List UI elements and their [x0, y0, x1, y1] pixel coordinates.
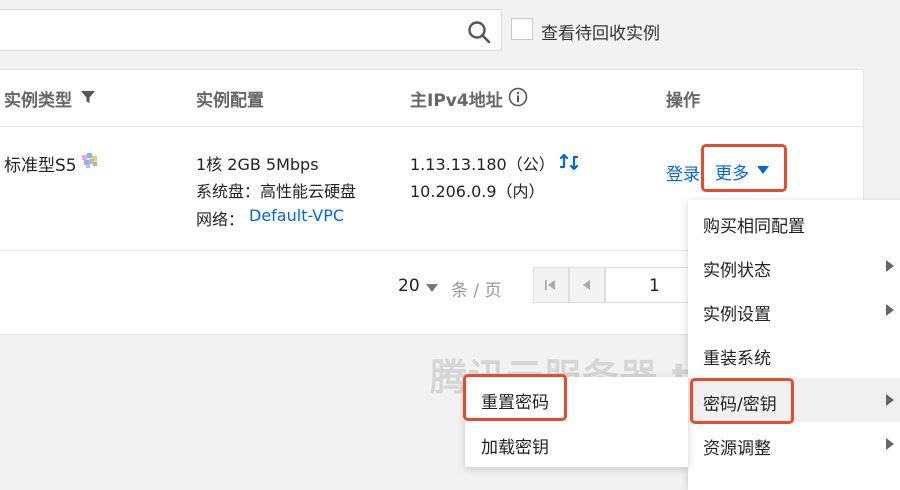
login-link[interactable]: 登录	[666, 160, 700, 185]
password-key-highlight	[690, 378, 794, 424]
menu-item-resource-adjust[interactable]: 资源调整	[688, 422, 900, 466]
recycle-checkbox-label: 查看待回收实例	[541, 24, 660, 44]
page-size-unit: 条 / 页	[451, 281, 502, 301]
menu-item-label: 实例设置	[703, 305, 771, 325]
chevron-right-icon	[886, 260, 894, 272]
instance-type-badge-icon	[82, 153, 97, 168]
network-vpc-link[interactable]: Default-VPC	[249, 206, 344, 225]
menu-item-instance-settings[interactable]: 实例设置	[688, 288, 900, 332]
prev-page-button[interactable]	[569, 267, 605, 303]
menu-item-buy-same[interactable]: 购买相同配置	[688, 200, 900, 244]
first-page-button[interactable]	[533, 267, 569, 303]
switch-ip-icon[interactable]	[559, 152, 579, 172]
reset-password-highlight	[463, 374, 567, 421]
current-page: 1	[649, 276, 660, 296]
instance-type-value: 标准型S5	[4, 156, 77, 176]
header-divider	[0, 126, 864, 127]
recycle-checkbox[interactable]	[511, 18, 533, 40]
page-size-caret-icon	[426, 284, 438, 292]
chevron-right-icon	[886, 394, 894, 406]
menu-item-label: 实例状态	[703, 261, 771, 281]
config-cpu-mem-bw: 1核 2GB 5Mbps	[196, 155, 319, 174]
header-instance-config: 实例配置	[196, 91, 264, 111]
more-dropdown-menu: 购买相同配置 实例状态 实例设置 重装系统 密码/密钥 资源调整	[688, 200, 900, 490]
search-input[interactable]	[0, 9, 502, 51]
menu-item-label: 重装系统	[703, 349, 771, 369]
more-button-highlight	[701, 144, 787, 192]
menu-item-instance-status[interactable]: 实例状态	[688, 244, 900, 288]
menu-item-label: 资源调整	[703, 439, 771, 459]
header-instance-type: 实例类型	[4, 91, 72, 111]
first-page-icon	[545, 280, 555, 290]
private-ip: 10.206.0.9（内）	[410, 182, 545, 201]
header-ipv4: 主IPv4地址	[410, 91, 503, 111]
header-operations: 操作	[666, 91, 700, 111]
prev-page-icon	[583, 280, 590, 290]
config-system-disk: 系统盘：高性能云硬盘	[196, 182, 357, 201]
menu-item-reinstall[interactable]: 重装系统	[688, 332, 900, 376]
page-size-select[interactable]: 20	[398, 276, 420, 296]
submenu-item-load-key[interactable]: 加载密钥	[481, 433, 549, 458]
public-ip: 1.13.13.180（公）	[410, 155, 555, 174]
config-network-label: 网络：	[196, 210, 245, 229]
chevron-right-icon	[886, 438, 894, 450]
info-icon[interactable]	[508, 87, 528, 107]
search-icon[interactable]	[466, 19, 492, 45]
menu-item-label: 购买相同配置	[703, 217, 805, 237]
chevron-right-icon	[886, 304, 894, 316]
filter-icon[interactable]	[80, 89, 96, 105]
